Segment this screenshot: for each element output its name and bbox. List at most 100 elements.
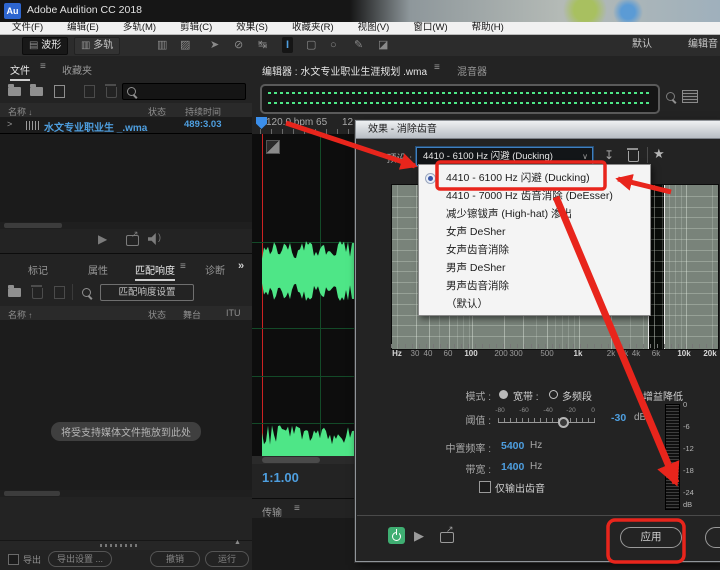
loudness-open-icon[interactable] — [8, 285, 21, 297]
deesser-dialog: 效果 - 消除齿音 预设 : 4410 - 6100 Hz 闪避 (Duckin… — [355, 120, 720, 562]
spectral-view-icon[interactable]: ▨ — [180, 37, 190, 53]
export-settings-button[interactable]: 导出设置 ... — [48, 551, 112, 567]
transport-menu-icon[interactable]: ≡ — [294, 503, 300, 514]
files-transport-row: ▶ ↗ ) — [0, 229, 252, 252]
tabs-overflow-icon[interactable]: » — [238, 260, 244, 272]
loudness-header-row: 名称 ↑ 状态 舞台 ITU — [0, 306, 252, 321]
export-checkbox[interactable] — [8, 554, 19, 565]
files-panel-menu-icon[interactable]: ≡ — [40, 61, 46, 72]
menu-favorites[interactable]: 收藏夹(R) — [280, 22, 346, 34]
panel-resize-bar[interactable]: ▲ — [0, 539, 252, 550]
menu-edit[interactable]: 编辑(E) — [55, 22, 111, 34]
loudness-hscrollbar[interactable] — [0, 490, 252, 497]
delete-file-icon[interactable] — [105, 84, 117, 98]
combobox-caret-icon: ∨ — [582, 152, 588, 161]
menu-effects[interactable]: 效果(S) — [224, 22, 280, 34]
center-freq-value[interactable]: 5400 — [501, 440, 524, 452]
window-title: Adobe Audition CC 2018 — [27, 4, 143, 16]
preset-option-4[interactable]: 女声齿音消除 — [446, 241, 509, 259]
power-toggle-button[interactable] — [388, 527, 405, 544]
menu-help[interactable]: 帮助(H) — [460, 22, 516, 34]
tab-markers[interactable]: 标记 — [28, 262, 48, 277]
menu-file[interactable]: 文件(F) — [0, 22, 55, 34]
preset-option-6[interactable]: 男声齿音消除 — [446, 277, 509, 295]
files-hscrollbar[interactable] — [0, 222, 252, 229]
stamp-tool-icon[interactable]: ◪ — [378, 37, 388, 53]
tab-favorites[interactable]: 收藏夹 — [62, 62, 92, 77]
overview-strip[interactable] — [260, 84, 660, 114]
loudness-copy-icon[interactable] — [54, 286, 65, 299]
marquee-tool-icon[interactable]: ▢ — [306, 37, 316, 53]
menu-window[interactable]: 窗口(W) — [401, 22, 459, 34]
loudness-settings-button[interactable]: 匹配响度设置 — [100, 284, 194, 301]
razor-tool-icon[interactable]: ⊘ — [234, 37, 243, 53]
run-button[interactable]: 运行 — [205, 551, 249, 567]
workspace-default-button[interactable]: 默认 — [626, 37, 658, 53]
sibilance-only-checkbox[interactable] — [479, 481, 491, 493]
editor-panel-menu-icon[interactable]: ≡ — [434, 62, 440, 73]
preset-option-2[interactable]: 减少镲钹声 (High-hat) 渗出 — [446, 205, 572, 223]
file-row[interactable]: > 水文专业职业生 _.wma 489:3.03 — [0, 118, 252, 134]
tab-match-loudness[interactable]: 匹配响度 — [135, 262, 175, 281]
waveform-view-icon[interactable]: ▥ — [157, 37, 167, 53]
threshold-value[interactable]: -30 — [611, 412, 626, 424]
meter-tick--18: -18 — [683, 466, 694, 475]
play-through-arrow-icon: ↗ — [446, 524, 454, 534]
tab-properties[interactable]: 属性 — [88, 262, 108, 277]
menu-multitrack[interactable]: 多轨(M) — [111, 22, 168, 34]
open-file-icon[interactable] — [8, 84, 21, 96]
preset-option-1[interactable]: 4410 - 7000 Hz 齿音消除 (DeEsser) — [446, 187, 613, 205]
waveform-mode-button[interactable]: ▤ 波形 — [22, 37, 69, 55]
bandwidth-value[interactable]: 1400 — [501, 461, 524, 473]
zoom-tool-icon[interactable] — [666, 92, 675, 101]
loudness-col-3[interactable]: ITU — [226, 308, 241, 318]
tab-mixer[interactable]: 混音器 — [457, 63, 487, 78]
dialog-title-bar[interactable]: 效果 - 消除齿音 — [356, 121, 720, 139]
favorite-star-icon[interactable]: ★ — [653, 146, 665, 162]
workspace-edit-button[interactable]: 编辑音 — [682, 37, 720, 53]
import-file-icon[interactable] — [30, 84, 43, 96]
multitrack-mode-button[interactable]: ▥ 多轨 — [74, 37, 121, 55]
loudness-list[interactable]: 将受支持媒体文件拖放到此处 — [0, 320, 252, 490]
center-freq-unit: Hz — [530, 440, 543, 451]
menu-view[interactable]: 视图(V) — [346, 22, 402, 34]
mode-multiband-radio[interactable] — [549, 390, 558, 399]
delete-preset-icon[interactable] — [627, 148, 639, 162]
time-selection-tool-icon[interactable]: ➤ — [210, 37, 219, 53]
lasso-tool-icon[interactable]: ○ — [330, 37, 337, 53]
preset-option-0[interactable]: 4410 - 6100 Hz 闪避 (Ducking) — [446, 169, 590, 187]
loudness-delete-icon[interactable] — [31, 285, 43, 299]
save-preset-icon[interactable]: ↧ — [604, 148, 614, 162]
search-input[interactable] — [122, 83, 246, 100]
editor-menu-button-icon[interactable] — [682, 90, 698, 103]
ibeam-tool-icon[interactable]: I — [282, 37, 294, 53]
drop-hint: 将受支持媒体文件拖放到此处 — [51, 422, 201, 441]
tab-files[interactable]: 文件 — [10, 62, 30, 81]
collapse-up-icon[interactable]: ▲ — [234, 539, 241, 546]
expand-chevron-icon[interactable]: > — [7, 119, 12, 129]
preset-option-5[interactable]: 男声 DeSher — [446, 259, 506, 277]
file-name[interactable]: 水文专业职业生 _.wma — [44, 119, 147, 134]
menu-clip[interactable]: 剪辑(C) — [168, 22, 224, 34]
insert-multitrack-icon[interactable] — [84, 85, 95, 98]
close-button-partial[interactable] — [705, 527, 720, 548]
play-icon[interactable]: ▶ — [98, 232, 107, 246]
mode-wideband-radio[interactable] — [499, 390, 508, 399]
new-file-icon[interactable] — [54, 85, 65, 98]
channel-fold-icon[interactable] — [266, 140, 280, 154]
freq-tick-6k: 6k — [651, 349, 661, 358]
threshold-slider-track[interactable] — [498, 422, 595, 423]
dialog-bottom-separator — [357, 515, 720, 516]
undo-button[interactable]: 撤销 — [150, 551, 200, 567]
tab-diagnostics[interactable]: 诊断 — [205, 262, 225, 277]
preview-play-icon[interactable]: ▶ — [414, 528, 424, 544]
threshold-slider-knob[interactable] — [558, 417, 569, 428]
preset-option-7[interactable]: （默认） — [446, 295, 488, 313]
match-loudness-icon[interactable] — [82, 288, 91, 297]
loudness-panel-menu-icon[interactable]: ≡ — [180, 261, 186, 272]
tab-editor[interactable]: 编辑器 : 水文专业职业生涯规划 .wma — [262, 63, 427, 78]
apply-button[interactable]: 应用 — [620, 527, 682, 548]
slip-tool-icon[interactable]: ↹ — [258, 37, 267, 53]
brush-tool-icon[interactable]: ✎ — [354, 37, 363, 53]
preset-option-3[interactable]: 女声 DeSher — [446, 223, 506, 241]
